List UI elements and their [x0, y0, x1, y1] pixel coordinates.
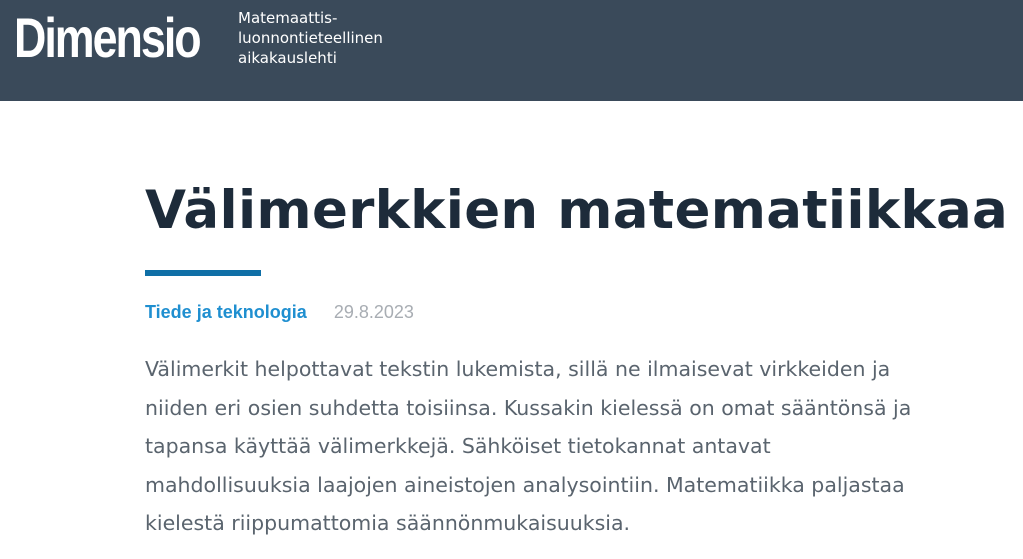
lead-line: kielestä riippumattomia säännönmukaisuuk… — [145, 511, 631, 535]
article-meta: Tiede ja teknologia 29.8.2023 — [145, 302, 414, 326]
site-header: Dimensio Matemaattis- luonnontieteelline… — [0, 0, 1023, 101]
lead-line: tapansa käyttää välimerkkejä. Sähköiset … — [145, 434, 771, 458]
tagline-line: aikakauslehti — [238, 49, 337, 67]
title-accent-divider — [145, 270, 261, 276]
lead-line: niiden eri osien suhdetta toisiinsa. Kus… — [145, 395, 912, 420]
article-lead: Välimerkit helpottavat tekstin lukemista… — [145, 350, 1015, 543]
tagline-line: Matemaattis- — [238, 9, 338, 27]
site-logo[interactable]: Dimensio — [14, 7, 202, 69]
publish-date: 29.8.2023 — [333, 302, 414, 322]
lead-line: Välimerkit helpottavat tekstin lukemista… — [145, 357, 891, 381]
lead-line: mahdollisuuksia laajojen aineistojen ana… — [145, 472, 905, 497]
tagline-line: luonnontieteellinen — [238, 29, 383, 47]
article-title: Välimerkkien matematiikkaa — [145, 180, 1009, 241]
category-link[interactable]: Tiede ja teknologia — [145, 302, 307, 322]
site-tagline: Matemaattis- luonnontieteellinen aikakau… — [238, 8, 383, 68]
